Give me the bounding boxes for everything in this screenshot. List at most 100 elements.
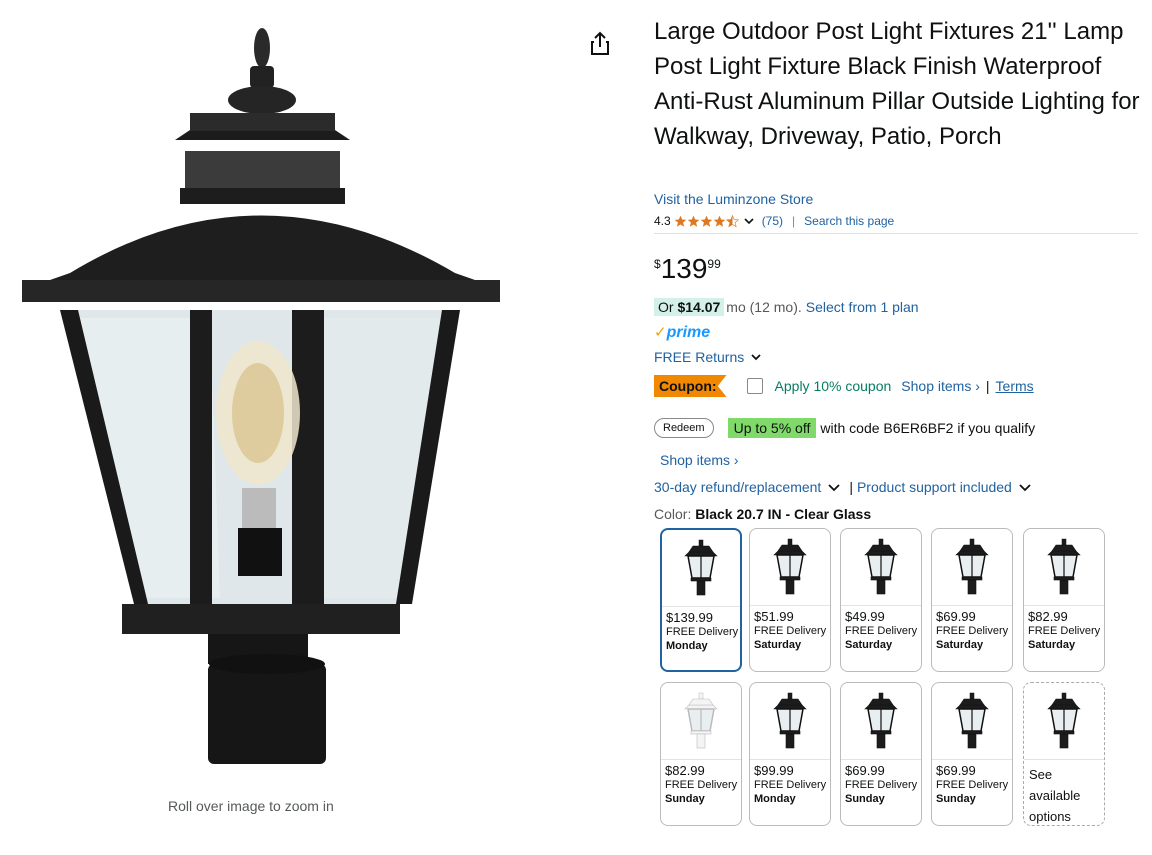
swatch-divider [661, 759, 741, 760]
review-count-link[interactable]: (75) [762, 214, 783, 228]
price: $ 139 99 [654, 253, 721, 285]
price-whole: 139 [660, 253, 708, 284]
price-fraction: 99 [707, 257, 721, 271]
coupon-tag: Coupon: [654, 375, 727, 397]
swatch-thumbnail [841, 529, 921, 605]
color-swatch-option[interactable]: $49.99 FREE Delivery Saturday [840, 528, 922, 672]
swatch-divider [750, 759, 830, 760]
shop-items-link[interactable]: Shop items › [660, 452, 739, 468]
coupon-row: Coupon: Apply 10% coupon Shop items › | … [654, 375, 1034, 397]
installment-pill: Or $14.07 [654, 298, 725, 316]
promo-row: Redeem Up to 5% off with code B6ER6BF2 i… [654, 418, 1035, 438]
swatch-delivery-day: Saturday [845, 639, 893, 651]
separator: | [792, 214, 796, 228]
swatch-divider [1024, 759, 1104, 760]
color-row: Color: Black 20.7 IN - Clear Glass [654, 506, 871, 522]
chevron-down-icon[interactable] [1018, 481, 1032, 493]
share-button[interactable] [588, 30, 612, 58]
separator: | [849, 479, 853, 495]
free-returns[interactable]: FREE Returns [654, 349, 762, 365]
chevron-down-icon[interactable] [827, 481, 841, 493]
swatch-price: $139.99 [666, 610, 713, 625]
swatch-thumbnail [841, 683, 921, 759]
color-swatch-option[interactable]: $82.99 FREE Delivery Sunday [660, 682, 742, 826]
promo-text: with code B6ER6BF2 if you qualify [820, 420, 1036, 436]
swatch-divider [932, 605, 1012, 606]
swatch-delivery-day: Sunday [845, 793, 885, 805]
swatch-delivery: FREE Delivery [754, 779, 827, 791]
chevron-down-icon[interactable] [743, 215, 755, 227]
installment-or: Or [658, 299, 674, 315]
swatch-delivery-day: Saturday [754, 639, 802, 651]
prime-badge: ✓prime [654, 323, 710, 343]
select-plan-link[interactable]: Select from 1 plan [806, 299, 919, 315]
coupon-shop-items-link[interactable]: Shop items › [901, 378, 980, 394]
see-options-label: See available options [1029, 767, 1081, 824]
swatch-info: $139.99 FREE Delivery Monday [666, 611, 738, 653]
swatch-thumbnail [661, 683, 741, 759]
swatch-info: $49.99 FREE Delivery Saturday [845, 610, 917, 652]
separator: | [985, 378, 990, 394]
redeem-button[interactable]: Redeem [654, 418, 714, 438]
search-page-link[interactable]: Search this page [804, 214, 894, 228]
product-title: Large Outdoor Post Light Fixtures 21'' L… [654, 18, 1140, 150]
terms-link[interactable]: Terms [996, 378, 1034, 394]
installment-period: mo (12 mo). [726, 299, 802, 315]
swatch-divider [750, 605, 830, 606]
installment-row: Or $14.07 mo (12 mo). Select from 1 plan [654, 298, 919, 316]
star-icon [700, 215, 713, 227]
swatch-price: $69.99 [936, 609, 976, 624]
swatch-delivery: FREE Delivery [754, 625, 827, 637]
swatch-delivery-day: Saturday [1028, 639, 1076, 651]
swatch-price: $69.99 [936, 763, 976, 778]
swatch-info: $69.99 FREE Delivery Sunday [936, 764, 1008, 806]
swatch-info: $69.99 FREE Delivery Sunday [845, 764, 917, 806]
swatch-price: $82.99 [1028, 609, 1068, 624]
swatch-info: $69.99 FREE Delivery Saturday [936, 610, 1008, 652]
swatch-thumbnail [932, 683, 1012, 759]
promo-badge: Up to 5% off [727, 418, 817, 438]
support-link[interactable]: Product support included [857, 479, 1012, 495]
swatch-delivery: FREE Delivery [845, 779, 918, 791]
swatch-info: $51.99 FREE Delivery Saturday [754, 610, 826, 652]
color-swatch-option[interactable]: $69.99 FREE Delivery Saturday [931, 528, 1013, 672]
installment-amount: $14.07 [677, 299, 721, 315]
swatch-delivery: FREE Delivery [936, 779, 1009, 791]
color-value: Black 20.7 IN - Clear Glass [695, 506, 872, 522]
star-icon [713, 215, 726, 227]
swatch-divider [1024, 605, 1104, 606]
swatch-info: $82.99 FREE Delivery Saturday [1028, 610, 1100, 652]
color-swatch-option[interactable]: See available options [1023, 682, 1105, 826]
image-panel: Roll over image to zoom in [0, 0, 580, 855]
swatch-thumbnail [1024, 529, 1104, 605]
chevron-down-icon [751, 354, 761, 361]
color-swatch-option[interactable]: $139.99 FREE Delivery Monday [660, 528, 742, 672]
color-swatch-option[interactable]: $69.99 FREE Delivery Sunday [931, 682, 1013, 826]
swatch-price: $82.99 [665, 763, 705, 778]
color-swatch-option[interactable]: $51.99 FREE Delivery Saturday [749, 528, 831, 672]
policy-row: 30-day refund/replacement | Product supp… [654, 479, 1032, 495]
star-icon [687, 215, 700, 227]
swatch-info: $99.99 FREE Delivery Monday [754, 764, 826, 806]
color-swatch-option[interactable]: $82.99 FREE Delivery Saturday [1023, 528, 1105, 672]
swatch-thumbnail [750, 529, 830, 605]
color-swatch-option[interactable]: $69.99 FREE Delivery Sunday [840, 682, 922, 826]
swatch-delivery-day: Sunday [936, 793, 976, 805]
swatch-thumbnail [1024, 683, 1104, 759]
product-main-image[interactable] [10, 18, 510, 778]
color-swatch-option[interactable]: $99.99 FREE Delivery Monday [749, 682, 831, 826]
swatch-price: $69.99 [845, 763, 885, 778]
store-link[interactable]: Visit the Luminzone Store [654, 191, 813, 207]
swatch-info: $82.99 FREE Delivery Sunday [665, 764, 737, 806]
coupon-checkbox[interactable] [746, 378, 763, 394]
refund-policy-link[interactable]: 30-day refund/replacement [654, 479, 821, 495]
swatch-delivery: FREE Delivery [665, 779, 738, 791]
star-rating-icon[interactable] [674, 214, 739, 228]
apply-coupon-label[interactable]: Apply 10% coupon [775, 378, 892, 394]
swatch-delivery: FREE Delivery [845, 625, 918, 637]
prime-check-icon: ✓ [654, 324, 667, 341]
price-currency: $ [654, 257, 661, 271]
swatch-delivery-day: Monday [754, 793, 796, 805]
free-returns-label: FREE Returns [654, 349, 745, 365]
swatch-thumbnail [750, 683, 830, 759]
